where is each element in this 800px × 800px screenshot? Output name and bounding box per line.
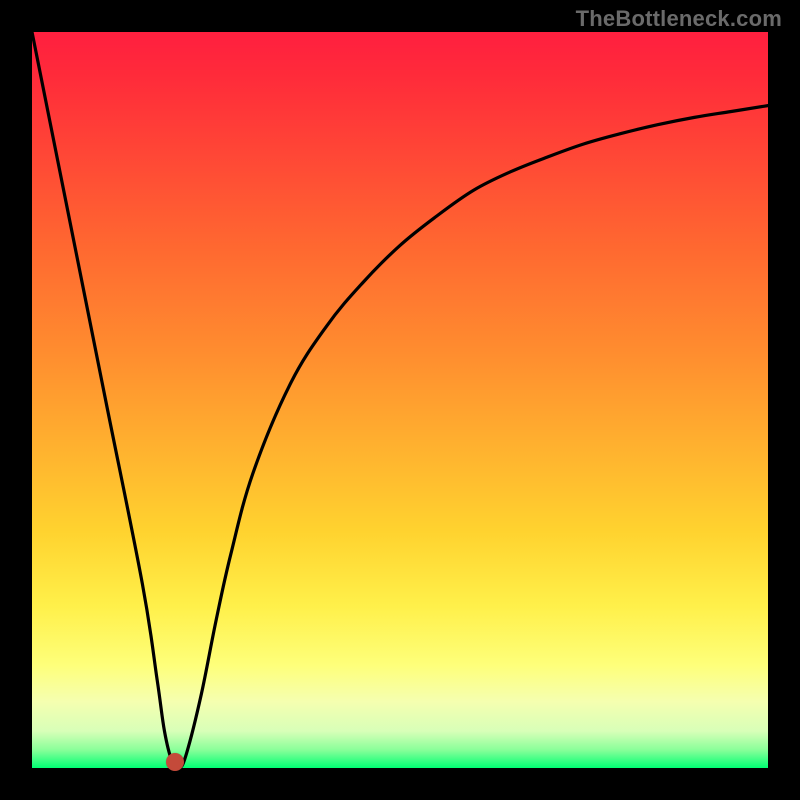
watermark-label: TheBottleneck.com (576, 6, 782, 32)
chart-frame: TheBottleneck.com (0, 0, 800, 800)
bottleneck-marker (166, 753, 184, 771)
bottleneck-curve-svg (32, 32, 768, 768)
bottleneck-curve-path (32, 32, 768, 768)
